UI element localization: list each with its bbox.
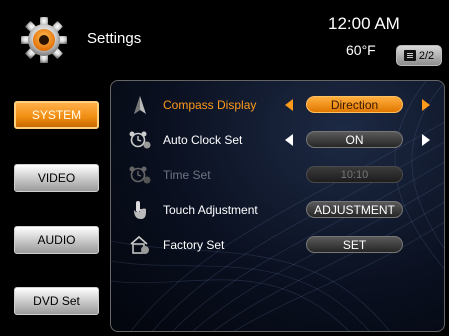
setting-label: Factory Set [163,238,225,252]
touch-adjustment-button[interactable]: ADJUSTMENT [306,201,403,218]
time-set-value: 10:10 [306,166,403,183]
alarm-clock-icon [129,166,151,184]
factory-set-button[interactable]: SET [306,236,403,253]
clock-readout: 12:00 AM [328,14,400,33]
setting-label: Auto Clock Set [163,133,243,147]
sidebar-item-label: AUDIO [37,233,76,247]
setting-label: Touch Adjustment [163,203,258,217]
settings-screen: Settings 12:00 AM 60°F 2/2 SYSTEM VIDEO … [0,0,449,336]
temperature-readout: 60°F [346,42,376,58]
setting-row-factory-set[interactable]: Factory Set SET [111,233,444,259]
setting-label: Compass Display [163,98,257,112]
sidebar-item-label: VIDEO [37,171,76,185]
sidebar-item-dvd-set[interactable]: DVD Set [14,287,99,315]
sidebar-item-label: SYSTEM [31,108,82,122]
setting-row-compass-display[interactable]: Compass Display Direction [111,93,444,119]
setting-row-time-set: Time Set 10:10 [111,163,444,189]
page-title: Settings [87,30,142,47]
setting-row-touch-adjustment[interactable]: Touch Adjustment ADJUSTMENT [111,198,444,224]
previous-option-arrow-icon[interactable] [285,134,293,146]
sidebar-item-video[interactable]: VIDEO [14,164,99,192]
compass-icon [134,96,146,114]
setting-label: Time Set [163,168,211,182]
gear-icon[interactable] [20,16,68,64]
page-icon [403,50,416,61]
sidebar-item-label: DVD Set [33,294,80,308]
sidebar-item-audio[interactable]: AUDIO [14,226,99,254]
next-option-arrow-icon[interactable] [422,99,430,111]
page-indicator-button[interactable]: 2/2 [396,45,442,66]
auto-clock-set-value[interactable]: ON [306,131,403,148]
previous-option-arrow-icon[interactable] [285,99,293,111]
next-option-arrow-icon[interactable] [422,134,430,146]
page-indicator-label: 2/2 [418,49,435,62]
sidebar-item-system[interactable]: SYSTEM [14,101,99,129]
compass-display-value[interactable]: Direction [306,96,403,113]
touch-hand-icon [134,201,146,219]
header-bar: Settings 12:00 AM 60°F 2/2 [0,0,449,78]
factory-home-icon [130,235,149,254]
alarm-clock-icon [129,131,151,149]
setting-row-auto-clock-set[interactable]: Auto Clock Set ON [111,128,444,154]
settings-panel: Compass Display Direction Auto Clock Set… [110,80,445,332]
